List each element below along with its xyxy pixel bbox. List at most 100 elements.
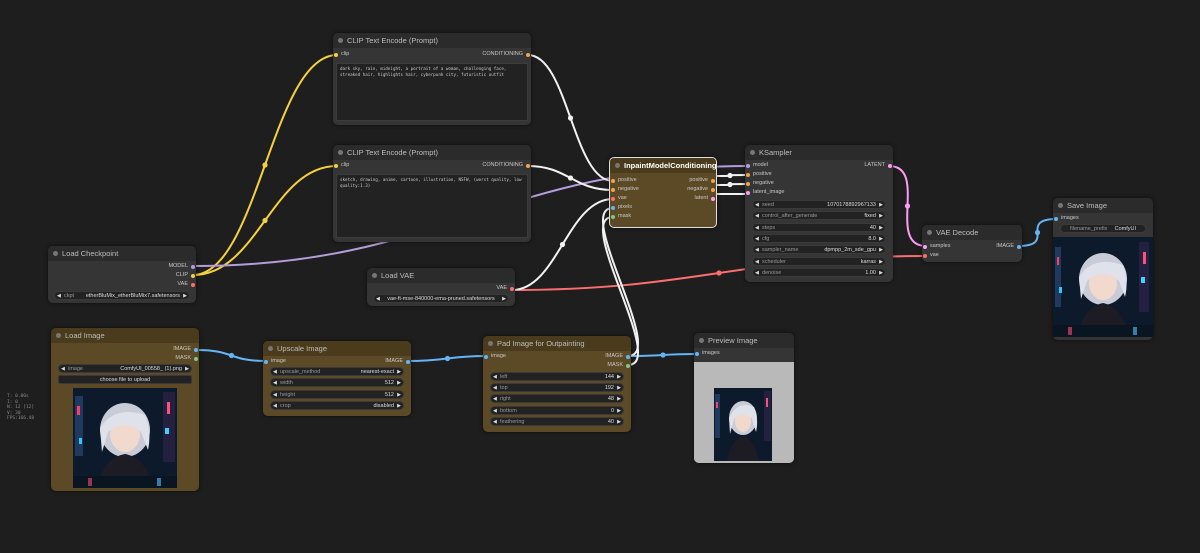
image-output-slot[interactable]: IMAGE xyxy=(385,357,411,366)
arrow-left-icon[interactable]: ◀ xyxy=(755,212,759,221)
conditioning-pin-icon[interactable] xyxy=(711,178,715,183)
arrow-right-icon[interactable]: ▶ xyxy=(879,246,883,255)
arrow-left-icon[interactable]: ◀ xyxy=(493,418,497,427)
clip-wire-positive-midpoint[interactable] xyxy=(262,162,268,168)
ksampler-node[interactable]: KSampler model positive negative latent_… xyxy=(745,145,893,282)
mask-pin-icon[interactable] xyxy=(194,356,198,361)
image-pin-icon[interactable] xyxy=(1054,216,1058,221)
mask-input-slot[interactable]: mask xyxy=(610,212,631,221)
pixels-input-slot[interactable]: pixels xyxy=(610,203,632,212)
arrow-right-icon[interactable]: ▶ xyxy=(397,402,401,411)
conditioning-pin-icon[interactable] xyxy=(611,178,615,183)
node-title[interactable]: Load VAE xyxy=(367,268,515,283)
arrow-left-icon[interactable]: ◀ xyxy=(493,395,497,404)
arrow-left-icon[interactable]: ◀ xyxy=(57,292,61,301)
image-output-slot[interactable]: IMAGE xyxy=(173,345,199,354)
vae-pin-icon[interactable] xyxy=(923,253,927,258)
latent-pin-icon[interactable] xyxy=(711,196,715,201)
model-pin-icon[interactable] xyxy=(191,264,195,269)
image-pin-icon[interactable] xyxy=(194,347,198,352)
arrow-right-icon[interactable]: ▶ xyxy=(879,269,883,278)
latent-pin-icon[interactable] xyxy=(888,163,892,168)
vae-wire-decode-midpoint[interactable] xyxy=(716,270,722,276)
conditioning-pin-icon[interactable] xyxy=(526,163,530,168)
arrow-left-icon[interactable]: ◀ xyxy=(493,373,497,382)
preview-image-area[interactable] xyxy=(694,362,794,463)
choose-file-upload-button[interactable]: choose file to upload xyxy=(58,375,192,384)
collapse-dot-icon[interactable] xyxy=(53,251,58,256)
collapse-dot-icon[interactable] xyxy=(488,341,493,346)
arrow-left-icon[interactable]: ◀ xyxy=(273,368,277,377)
image-output-slot[interactable]: IMAGE xyxy=(605,352,631,361)
arrow-right-icon[interactable]: ▶ xyxy=(502,295,506,304)
arrow-right-icon[interactable]: ▶ xyxy=(879,201,883,210)
crop-widget[interactable]: ◀ crop disabled ▶ xyxy=(270,401,404,410)
image-input-slot[interactable]: image xyxy=(263,357,286,366)
conditioning-output-slot[interactable]: CONDITIONING xyxy=(482,161,531,170)
collapse-dot-icon[interactable] xyxy=(372,273,377,278)
width-widget[interactable]: ◀ width 512 ▶ xyxy=(270,378,404,387)
samples-input-slot[interactable]: samples xyxy=(922,242,950,251)
arrow-right-icon[interactable]: ▶ xyxy=(617,395,621,404)
arrow-left-icon[interactable]: ◀ xyxy=(755,201,759,210)
vae-input-slot[interactable]: vae xyxy=(922,251,939,260)
positive-output-slot[interactable]: positive xyxy=(689,176,716,185)
pixels-wire[interactable] xyxy=(601,207,640,357)
height-widget[interactable]: ◀ height 512 ▶ xyxy=(270,390,404,399)
arrow-right-icon[interactable]: ▶ xyxy=(185,365,189,374)
prompt-textarea[interactable]: sketch, drawing, anime, cartoon, illustr… xyxy=(336,174,528,238)
negative-input-slot[interactable]: negative xyxy=(610,185,639,194)
collapse-dot-icon[interactable] xyxy=(338,150,343,155)
scheduler-widget[interactable]: ◀ scheduler karras ▶ xyxy=(752,257,886,266)
loaded-image-preview[interactable] xyxy=(73,388,177,488)
clip-input-slot[interactable]: clip xyxy=(333,50,349,59)
latent-image-input-slot[interactable]: latent_image xyxy=(745,188,785,197)
arrow-left-icon[interactable]: ◀ xyxy=(493,407,497,416)
clip-wire-negative[interactable] xyxy=(192,165,338,276)
arrow-right-icon[interactable]: ▶ xyxy=(397,379,401,388)
image-pin-icon[interactable] xyxy=(695,351,699,356)
conditioning-output-slot[interactable]: CONDITIONING xyxy=(482,50,531,59)
clip-wire-positive[interactable] xyxy=(192,54,338,276)
latent-wire-decode-midpoint[interactable] xyxy=(904,203,911,209)
inpaint-negative-wire-midpoint[interactable] xyxy=(727,181,733,188)
latent-output-slot[interactable]: latent xyxy=(695,194,716,203)
saved-image-preview[interactable] xyxy=(1053,237,1153,337)
node-title[interactable]: Upscale Image xyxy=(263,341,411,356)
image-wire-upscale-pad-midpoint[interactable] xyxy=(444,355,451,362)
collapse-dot-icon[interactable] xyxy=(750,150,755,155)
clip-pin-icon[interactable] xyxy=(334,52,338,57)
conditioning-pin-icon[interactable] xyxy=(711,187,715,192)
arrow-right-icon[interactable]: ▶ xyxy=(617,418,621,427)
conditioning-wire-negative[interactable] xyxy=(527,165,614,191)
model-input-slot[interactable]: model xyxy=(745,161,768,170)
image-pin-icon[interactable] xyxy=(406,359,410,364)
vae-decode-node[interactable]: VAE Decode samples vae IMAGE xyxy=(922,225,1022,262)
vae-input-slot[interactable]: vae xyxy=(610,194,627,203)
image-wire-load-upscale-midpoint[interactable] xyxy=(228,352,235,359)
image-pin-icon[interactable] xyxy=(626,354,630,359)
image-pin-icon[interactable] xyxy=(611,205,615,210)
positive-input-slot[interactable]: positive xyxy=(745,170,772,179)
mask-output-slot[interactable]: MASK xyxy=(175,354,199,363)
node-title[interactable]: KSampler xyxy=(745,145,893,160)
pad-image-for-outpainting-node[interactable]: Pad Image for Outpainting image IMAGE MA… xyxy=(483,336,631,432)
node-title[interactable]: InpaintModelConditioning xyxy=(610,158,716,173)
model-pin-icon[interactable] xyxy=(746,163,750,168)
arrow-right-icon[interactable]: ▶ xyxy=(879,235,883,244)
node-title[interactable]: Load Image xyxy=(51,328,199,343)
image-wire-pad-preview[interactable] xyxy=(627,353,699,357)
arrow-left-icon[interactable]: ◀ xyxy=(493,384,497,393)
image-wire-decode-save[interactable] xyxy=(1017,218,1058,247)
arrow-left-icon[interactable]: ◀ xyxy=(755,246,759,255)
bottom-widget[interactable]: ◀ bottom 0 ▶ xyxy=(490,406,624,415)
conditioning-pin-icon[interactable] xyxy=(746,172,750,177)
image-wire-pad-preview-midpoint[interactable] xyxy=(660,352,666,358)
preview-image-node[interactable]: Preview Image images xyxy=(694,333,794,463)
arrow-right-icon[interactable]: ▶ xyxy=(397,368,401,377)
node-title[interactable]: CLIP Text Encode (Prompt) xyxy=(333,33,531,48)
conditioning-pin-icon[interactable] xyxy=(746,181,750,186)
collapse-dot-icon[interactable] xyxy=(615,163,620,168)
sampler-name-widget[interactable]: ◀ sampler_name dpmpp_2m_sde_gpu ▶ xyxy=(752,245,886,254)
vae-name-combo[interactable]: ◀ vae-ft-mse-840000-ema-pruned.safetenso… xyxy=(373,294,509,303)
